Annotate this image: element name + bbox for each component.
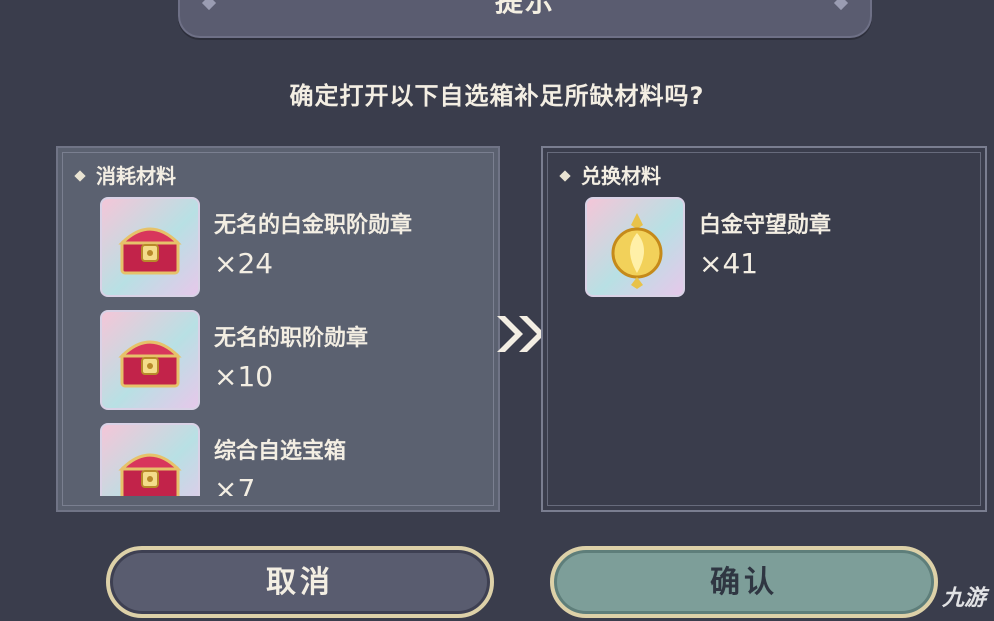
consume-header: 消耗材料 (74, 160, 176, 189)
exchange-materials-panel: 兑换材料 白金守望勋章 ×41 (541, 146, 987, 512)
dialog-title: 提示 (494, 0, 555, 18)
confirm-button[interactable]: 确认 (550, 546, 938, 618)
item-name: 无名的白金职阶勋章 (214, 213, 413, 238)
item-quantity: ×7 (214, 473, 256, 496)
dialog-title-tab: 提示 (178, 0, 872, 38)
exchange-header-label: 兑换材料 (581, 164, 661, 188)
dialog-prompt: 确定打开以下自选箱补足所缺材料吗? (289, 82, 705, 110)
consume-list[interactable]: 无名的白金职阶勋章 ×24 无名的职阶勋章 ×10 综合自选宝箱 ×7 (58, 192, 498, 496)
consume-header-label: 消耗材料 (96, 164, 176, 188)
exchange-header: 兑换材料 (559, 160, 661, 189)
gold-medal-icon (585, 197, 685, 297)
watermark-logo: 九游 (941, 586, 986, 611)
item-quantity: ×41 (699, 247, 759, 280)
cancel-button[interactable]: 取消 (106, 546, 494, 618)
treasure-chest-icon (100, 423, 200, 496)
treasure-chest-icon (100, 310, 200, 410)
item-quantity: ×10 (214, 360, 274, 393)
item-quantity: ×24 (214, 247, 274, 280)
item-name: 综合自选宝箱 (214, 439, 347, 464)
consume-materials-panel[interactable]: 消耗材料 无名的白金职阶勋章 ×24 无名的职阶勋章 ×10 综合自选宝箱 ×7 (56, 146, 500, 512)
item-name: 无名的职阶勋章 (214, 326, 369, 351)
bullet-diamond-icon (559, 169, 571, 182)
treasure-chest-icon (100, 197, 200, 297)
item-name: 白金守望勋章 (699, 213, 832, 238)
bullet-diamond-icon (74, 169, 86, 182)
